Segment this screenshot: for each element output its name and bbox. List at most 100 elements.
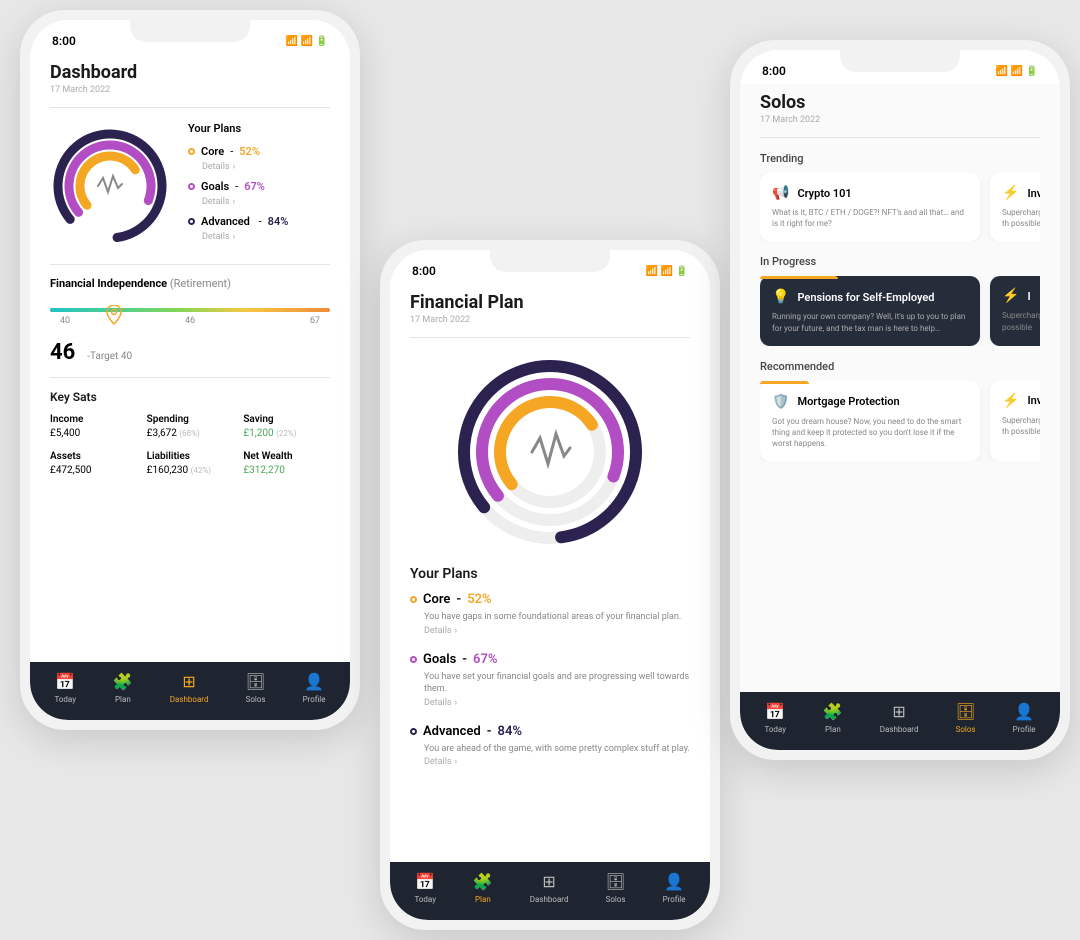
card-inv-progress[interactable]: ⚡I Supercharge possible xyxy=(990,276,1040,345)
puzzle-icon: 🧩 xyxy=(473,872,493,891)
plan-dot-icon xyxy=(188,218,195,225)
grid-icon: ⊞ xyxy=(182,672,195,691)
plan-row-advanced: Advanced - 84% xyxy=(188,215,330,228)
tab-solos[interactable]: 🗄Solos xyxy=(605,872,625,904)
status-time: 8:00 xyxy=(52,34,76,48)
divider xyxy=(760,137,1040,138)
status-time: 8:00 xyxy=(412,264,436,278)
notch xyxy=(130,20,250,42)
tab-bar: 📅Today 🧩Plan ⊞Dashboard 🗄Solos 👤Profile xyxy=(30,662,350,720)
plans-donut-chart xyxy=(50,126,170,246)
details-link[interactable]: Details › xyxy=(424,698,690,708)
chevron-right-icon: › xyxy=(233,197,236,207)
section-recommended: Recommended xyxy=(760,360,1040,373)
chevron-right-icon: › xyxy=(455,698,458,708)
chevron-right-icon: › xyxy=(455,757,458,767)
card-inv-rec[interactable]: ⚡Inv Supercharge th possible xyxy=(990,381,1040,462)
bolt-icon: ⚡ xyxy=(1002,288,1019,304)
tab-dashboard[interactable]: ⊞Dashboard xyxy=(170,672,209,704)
section-progress: In Progress xyxy=(760,255,1040,268)
lightbulb-icon: 💡 xyxy=(772,289,789,305)
page-date: 17 March 2022 xyxy=(50,85,330,95)
chevron-right-icon: › xyxy=(233,162,236,172)
plan-dot-icon xyxy=(410,656,417,663)
fi-title: Financial Independence (Retirement) xyxy=(50,277,330,290)
divider xyxy=(410,337,690,338)
tab-profile[interactable]: 👤Profile xyxy=(663,872,686,904)
card-inv[interactable]: ⚡Inv Supercharge th possible xyxy=(990,173,1040,241)
chevron-right-icon: › xyxy=(455,626,458,636)
plan-item-goals: Goals - 67% You have set your financial … xyxy=(410,652,690,708)
tab-solos[interactable]: 🗄Solos xyxy=(245,672,265,704)
plan-item-core: Core - 52% You have gaps in some foundat… xyxy=(410,592,690,636)
calendar-icon: 📅 xyxy=(415,872,435,891)
calendar-icon: 📅 xyxy=(55,672,75,691)
stat-spending: Spending£3,672 (68%) xyxy=(147,414,234,439)
plan-item-advanced: Advanced - 84% You are ahead of the game… xyxy=(410,724,690,768)
archive-icon: 🗄 xyxy=(245,672,265,691)
plans-header: Your Plans xyxy=(410,566,690,582)
tab-profile[interactable]: 👤Profile xyxy=(1013,702,1036,734)
tab-today[interactable]: 📅Today xyxy=(414,872,436,904)
divider xyxy=(50,264,330,265)
puzzle-icon: 🧩 xyxy=(823,702,843,721)
tab-today[interactable]: 📅Today xyxy=(764,702,786,734)
card-mortgage[interactable]: 🛡️Mortgage Protection Got you dream hous… xyxy=(760,381,980,462)
plan-dot-icon xyxy=(410,596,417,603)
page-date: 17 March 2022 xyxy=(410,315,690,325)
details-link[interactable]: Details › xyxy=(424,757,690,767)
grid-icon: ⊞ xyxy=(892,702,905,721)
progress-bar xyxy=(760,381,809,384)
status-time: 8:00 xyxy=(762,64,786,78)
card-pensions[interactable]: 💡Pensions for Self-Employed Running your… xyxy=(760,276,980,345)
details-link-goals[interactable]: Details › xyxy=(202,197,330,207)
notch xyxy=(840,50,960,72)
tab-plan[interactable]: 🧩Plan xyxy=(113,672,133,704)
stat-networth: Net Wealth£312,270 xyxy=(243,451,330,476)
card-crypto101[interactable]: 📢Crypto 101 What is it, BTC / ETH / DOGE… xyxy=(760,173,980,241)
details-link-advanced[interactable]: Details › xyxy=(202,232,330,242)
stats-grid: Income£5,400 Spending£3,672 (68%) Saving… xyxy=(50,414,330,476)
tab-dashboard[interactable]: ⊞Dashboard xyxy=(880,702,919,734)
fi-value: 46 -Target 40 xyxy=(50,340,330,365)
progress-bar xyxy=(760,276,838,279)
chevron-right-icon: › xyxy=(233,232,236,242)
plan-row-goals: Goals - 67% xyxy=(188,180,330,193)
person-icon: 👤 xyxy=(664,872,684,891)
plan-dot-icon xyxy=(410,728,417,735)
plans-header: Your Plans xyxy=(188,122,330,135)
tab-bar: 📅Today 🧩Plan ⊞Dashboard 🗄Solos 👤Profile xyxy=(390,862,710,920)
pin-icon xyxy=(106,305,122,329)
tab-plan[interactable]: 🧩Plan xyxy=(473,872,493,904)
plans-donut-chart xyxy=(410,352,690,552)
stat-liabilities: Liabilities£160,230 (42%) xyxy=(147,451,234,476)
page-title: Financial Plan xyxy=(410,292,690,313)
tab-bar: 📅Today 🧩Plan ⊞Dashboard 🗄Solos 👤Profile xyxy=(740,692,1060,750)
status-icons: 📶 📶 🔋 xyxy=(286,36,328,47)
divider xyxy=(50,107,330,108)
divider xyxy=(50,377,330,378)
archive-icon: 🗄 xyxy=(605,872,625,891)
puzzle-icon: 🧩 xyxy=(113,672,133,691)
tab-profile[interactable]: 👤Profile xyxy=(303,672,326,704)
plan-row-core: Core - 52% xyxy=(188,145,330,158)
bolt-icon: ⚡ xyxy=(1002,393,1019,409)
plan-dot-icon xyxy=(188,148,195,155)
status-icons: 📶 📶 🔋 xyxy=(996,66,1038,77)
details-link[interactable]: Details › xyxy=(424,626,690,636)
page-date: 17 March 2022 xyxy=(760,115,1040,125)
stat-income: Income£5,400 xyxy=(50,414,137,439)
tab-dashboard[interactable]: ⊞Dashboard xyxy=(530,872,569,904)
fi-slider[interactable]: 40 46 67 xyxy=(50,308,330,326)
person-icon: 👤 xyxy=(304,672,324,691)
tab-plan[interactable]: 🧩Plan xyxy=(823,702,843,734)
page-title: Solos xyxy=(760,92,1040,113)
tab-today[interactable]: 📅Today xyxy=(54,672,76,704)
bolt-icon: ⚡ xyxy=(1002,185,1019,201)
details-link-core[interactable]: Details › xyxy=(202,162,330,172)
keysats-title: Key Sats xyxy=(50,390,330,404)
notch xyxy=(490,250,610,272)
status-icons: 📶 📶 🔋 xyxy=(646,266,688,277)
tab-solos[interactable]: 🗄Solos xyxy=(955,702,975,734)
stat-saving: Saving£1,200 (22%) xyxy=(243,414,330,439)
